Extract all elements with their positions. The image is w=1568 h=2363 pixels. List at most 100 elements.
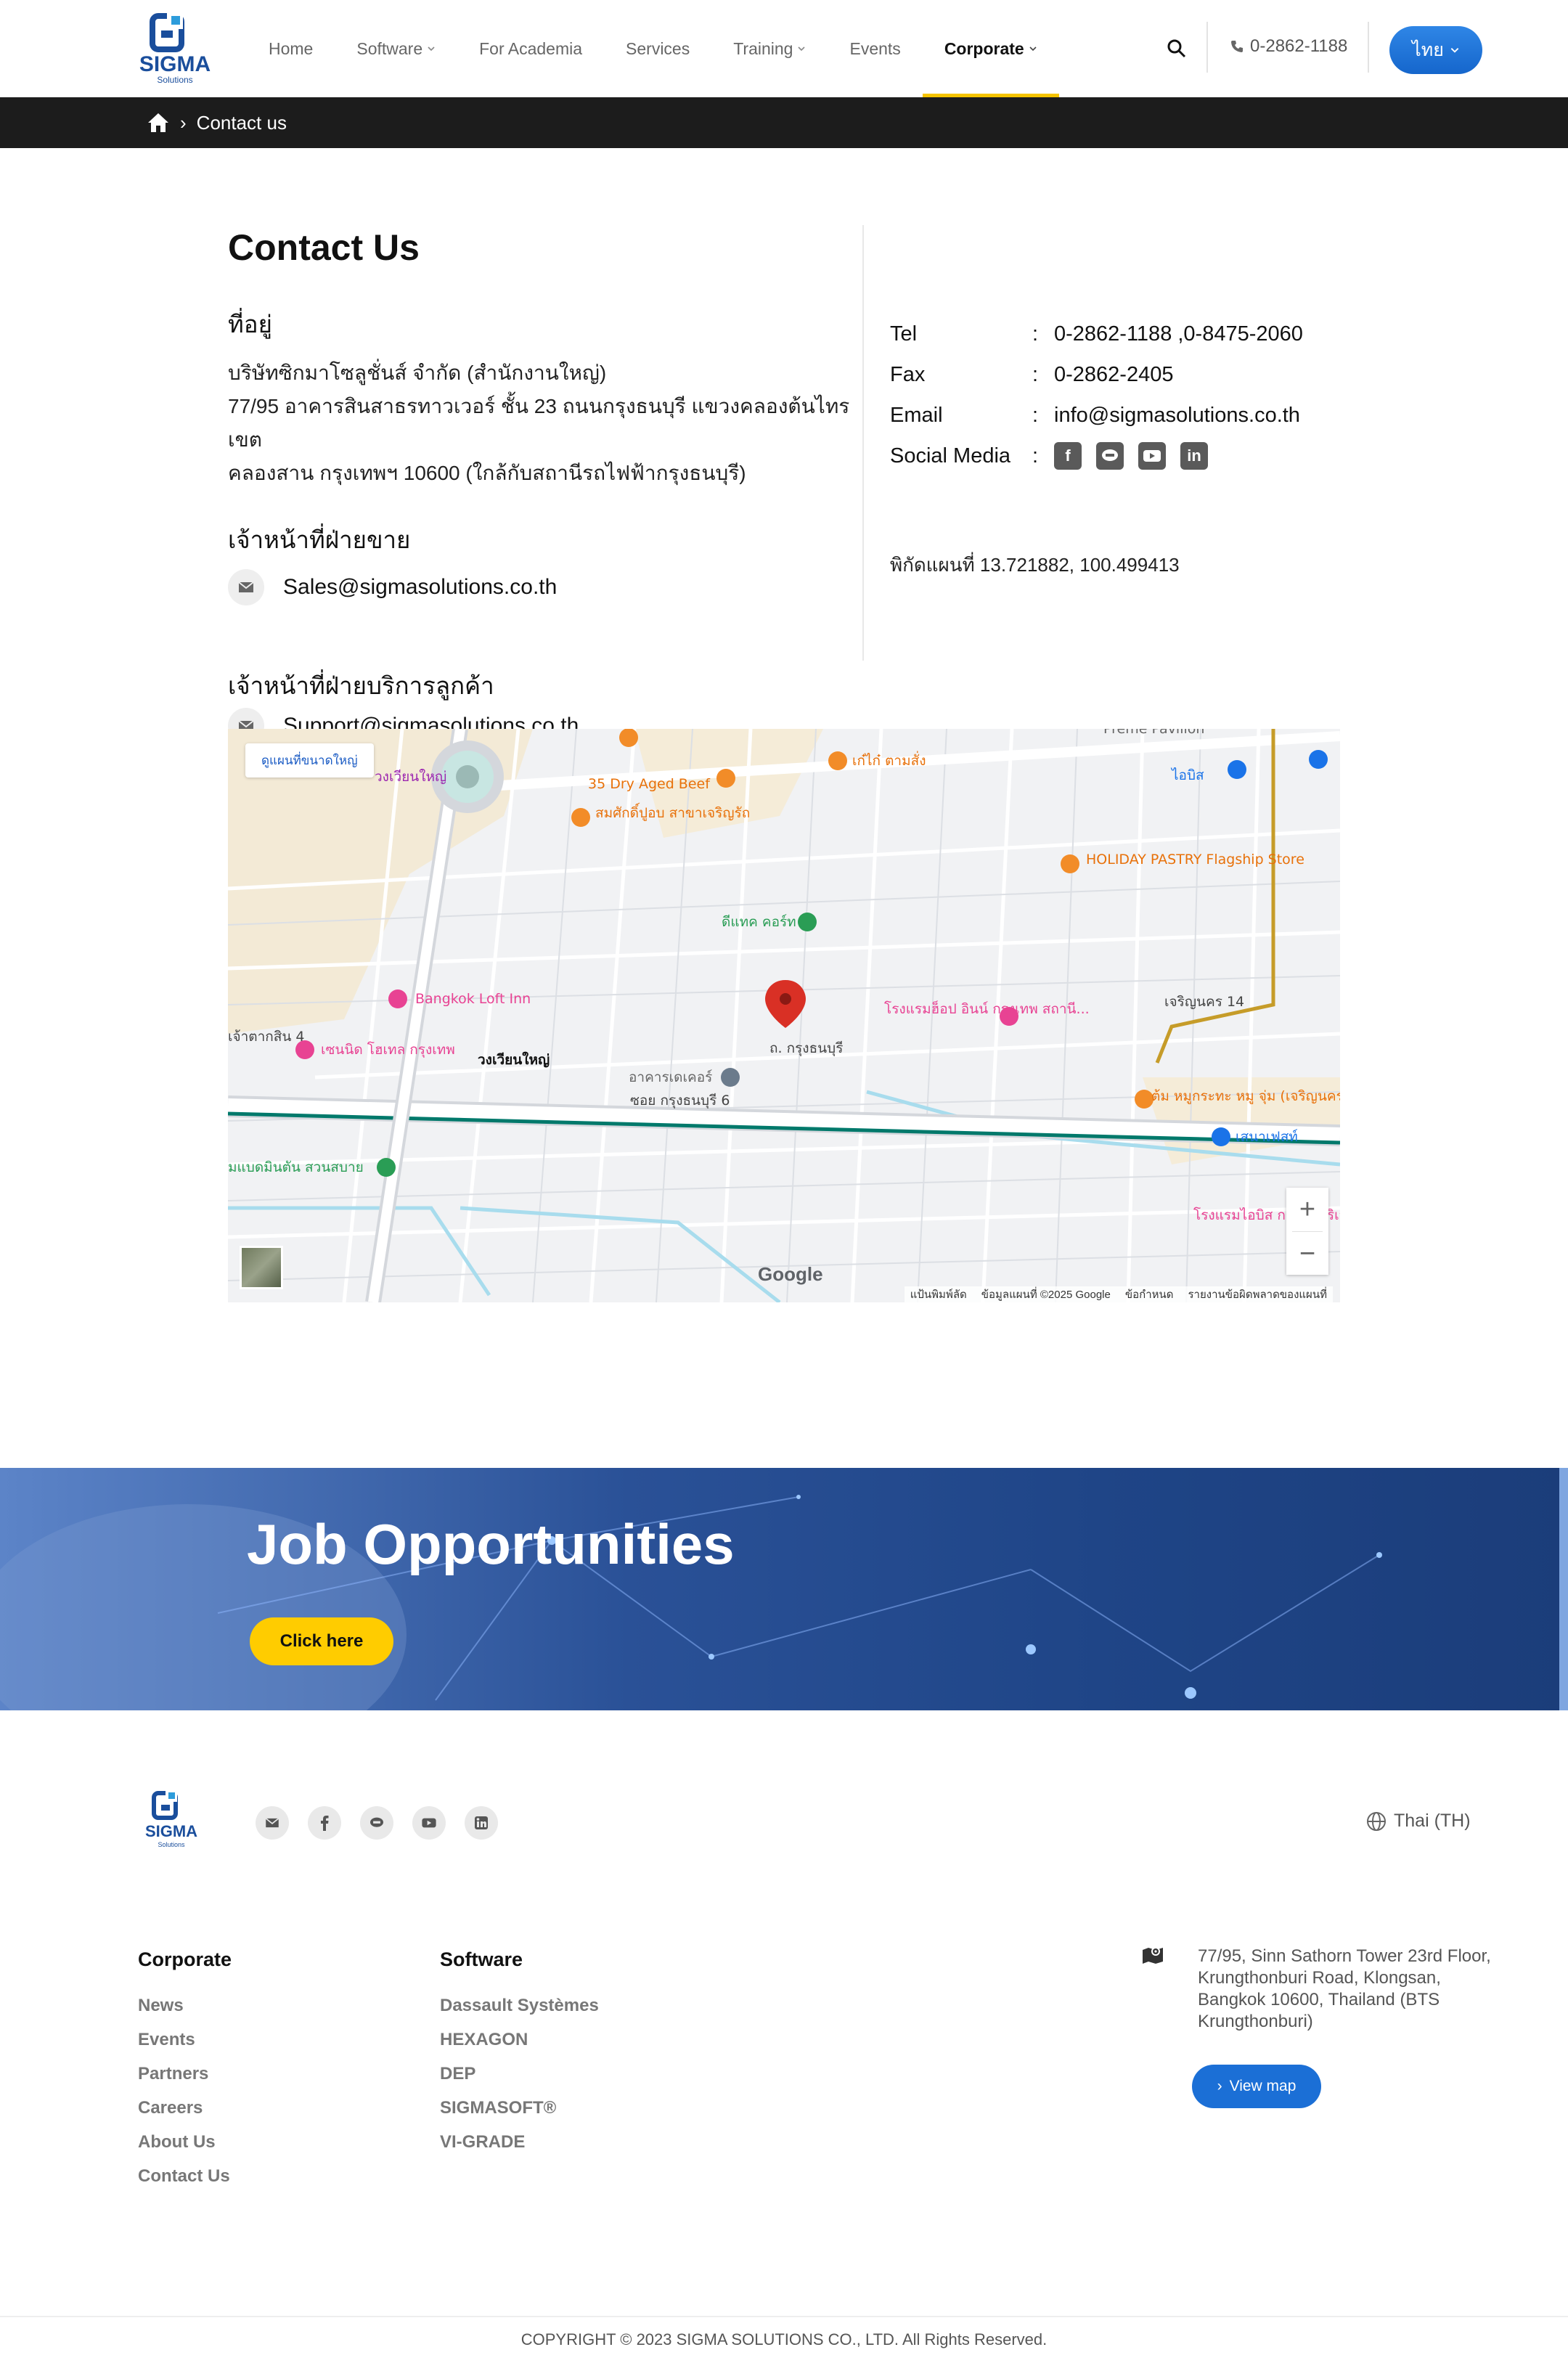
map-label: ซอย กรุงธนบุรี 6 [630,1093,730,1109]
map-report-link[interactable]: รายงานข้อผิดพลาดของแผนที่ [1188,1286,1328,1302]
line-icon[interactable] [360,1806,393,1840]
chevron-down-icon [1450,48,1459,53]
chevron-down-icon [1029,46,1037,52]
home-icon[interactable] [147,112,170,134]
footer-link-about[interactable]: About Us [138,2132,232,2166]
map-zoom-control: + − [1286,1188,1328,1275]
footer-link-sigmasoft[interactable]: SIGMASOFT® [440,2098,599,2132]
footer-link-events[interactable]: Events [138,2030,232,2064]
footer-link-dassault[interactable]: Dassault Systèmes [440,1996,599,2030]
google-map[interactable]: วงเวียนใหญ่ 35 Dry Aged Beef สมศักดิ์ปูอ… [228,729,1340,1302]
footer-language-switch[interactable]: Thai (TH) [1366,1811,1471,1832]
language-label: ไทย [1412,40,1444,60]
address-heading: ที่อยู่ [228,311,272,338]
map-label: Preme Pavilion [1103,729,1204,737]
header-divider [1206,22,1208,73]
google-logo: Google [758,1263,823,1285]
phone-icon [1231,41,1243,52]
map-canvas[interactable]: วงเวียนใหญ่ 35 Dry Aged Beef สมศักดิ์ปูอ… [228,729,1340,1302]
chevron-right-icon: › [1217,2078,1222,2094]
map-label: สมศักดิ์ปูอบ สาขาเจริญรัถ [595,802,750,821]
job-cta-button[interactable]: Click here [250,1617,393,1665]
map-label: ถ. กรุงธนบุรี [769,1040,843,1057]
zoom-out-button[interactable]: − [1286,1232,1328,1276]
fax-label: Fax [890,362,926,386]
nav-academia[interactable]: For Academia [457,0,604,97]
map-coordinates: พิกัดแผนที่ 13.721882, 100.499413 [890,554,1180,576]
footer-software-heading: Software [440,1948,523,1970]
colon: : [1032,322,1039,346]
tel-row: Tel : 0-2862-1188 ,0-8475-2060 [890,314,1398,354]
footer-language-label: Thai (TH) [1394,1811,1471,1831]
footer-link-partners[interactable]: Partners [138,2064,232,2098]
facebook-icon[interactable]: f [1054,442,1082,470]
facebook-icon[interactable] [308,1806,341,1840]
map-label: เซนนิด โฮเทล กรุงเทพ [321,1041,455,1058]
job-title: Job Opportunities [247,1512,735,1576]
colon: : [1032,444,1039,468]
nav-events[interactable]: Events [828,0,922,97]
zoom-in-button[interactable]: + [1286,1188,1328,1231]
email-value[interactable]: info@sigmasolutions.co.th [1054,404,1300,428]
map-shortcuts-link[interactable]: แป้นพิมพ์ลัด [910,1286,967,1302]
youtube-icon[interactable] [1138,442,1166,470]
map-label: มแบดมินตัน สวนสบาย [228,1159,364,1175]
line-icon[interactable] [1096,442,1124,470]
social-row: Social Media : f in [890,436,1398,476]
footer-corporate-column: Corporate News Events Partners Careers A… [138,1948,232,2200]
chevron-down-icon [798,46,806,52]
map-attribution: แป้นพิมพ์ลัด ข้อมูลแผนที่ ©2025 Google ข… [904,1286,1333,1302]
language-switch-button[interactable]: ไทย [1389,26,1482,74]
map-label: วงเวียนใหญ่ [478,1051,550,1068]
page-title: Contact Us [228,227,420,268]
footer-link-news[interactable]: News [138,1996,232,2030]
nav-software[interactable]: Software [335,0,457,97]
footer-link-contact[interactable]: Contact Us [138,2166,232,2200]
nav-home[interactable]: Home [247,0,335,97]
footer-address: 77/95, Sinn Sathorn Tower 23rd Floor, Kr… [1198,1946,1491,2031]
search-icon[interactable] [1166,38,1188,60]
map-data-credit: ข้อมูลแผนที่ ©2025 Google [981,1289,1111,1301]
satellite-toggle[interactable] [240,1246,283,1289]
map-terms-link[interactable]: ข้อกำหนด [1125,1286,1174,1302]
column-divider [862,225,864,661]
social-icons: f in [1054,442,1208,470]
nav-corporate[interactable]: Corporate [922,0,1059,97]
nav-training[interactable]: Training [711,0,828,97]
footer-logo[interactable]: SIGMA Solutions [135,1789,208,1851]
map-label: ไอบิส [1170,767,1204,783]
sigma-logo[interactable]: SIGMA Solutions [126,10,224,89]
tel-value[interactable]: 0-2862-1188 ,0-8475-2060 [1054,322,1303,346]
map-label: วงเวียนใหญ่ [375,769,446,785]
footer-link-dep[interactable]: DEP [440,2064,599,2098]
nav-academia-label: For Academia [479,38,583,58]
map-label: เจ้าตากสิน 4 [228,1029,305,1045]
address-line: 77/95 อาคารสินสาธรทาวเวอร์ ชั้น 23 ถนนกร… [228,395,850,451]
footer-link-hexagon[interactable]: HEXAGON [440,2030,599,2064]
view-map-button[interactable]: › View map [1192,2065,1321,2108]
footer-link-careers[interactable]: Careers [138,2098,232,2132]
footer-link-vigrade[interactable]: VI-GRADE [440,2132,599,2166]
colon: : [1032,403,1039,427]
nav-services-label: Services [626,38,690,58]
linkedin-icon[interactable]: in [1180,442,1208,470]
sales-email-link[interactable]: Sales@sigmasolutions.co.th [283,575,557,600]
svg-text:SIGMA: SIGMA [145,1822,197,1840]
footer-corporate-heading: Corporate [138,1948,232,1970]
nav-services[interactable]: Services [604,0,711,97]
view-larger-map-link[interactable]: ดูแผนที่ขนาดใหญ่ [245,743,374,778]
site-header: SIGMA Solutions Home Software For Academ… [0,0,1568,97]
header-phone[interactable]: 0-2862-1188 [1230,36,1347,57]
support-heading: เจ้าหน้าที่ฝ่ายบริการลูกค้า [228,672,494,699]
sales-heading: เจ้าหน้าที่ฝ่ายขาย [228,526,411,553]
map-label: เสนาเฟสท์ [1236,1129,1298,1145]
map-label: HOLIDAY PASTRY Flagship Store [1086,852,1304,868]
svg-text:Solutions: Solutions [158,1841,185,1848]
nav-home-label: Home [269,38,314,58]
linkedin-icon[interactable] [465,1806,498,1840]
sales-email-row[interactable]: Sales@sigmasolutions.co.th [228,569,852,605]
address-block: บริษัทซิกมาโซลูชั่นส์ จำกัด (สำนักงานใหญ… [228,356,852,490]
email-label: Email [890,403,943,427]
mail-icon[interactable] [256,1806,289,1840]
youtube-icon[interactable] [412,1806,446,1840]
